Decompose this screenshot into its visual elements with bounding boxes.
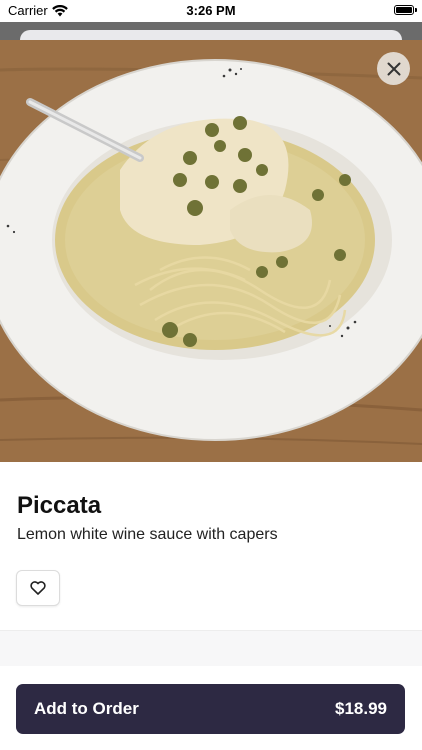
add-to-order-label: Add to Order xyxy=(34,699,139,718)
close-icon xyxy=(387,62,400,75)
favorite-button[interactable] xyxy=(16,570,60,606)
item-detail-screen: Carrier 3:26 PM Piccata Lemon white wine… xyxy=(0,0,422,750)
add-to-order-button[interactable]: Add to Order $18.99 xyxy=(16,684,405,734)
close-button[interactable] xyxy=(377,52,410,85)
footer-bar: Add to Order $18.99 xyxy=(0,666,422,750)
battery-icon xyxy=(394,5,414,15)
item-title: Piccata xyxy=(17,492,102,519)
clock-time: 3:26 PM xyxy=(186,3,236,18)
heart-icon xyxy=(30,581,46,595)
item-price: $18.99 xyxy=(335,699,387,718)
piccata-plate-illustration xyxy=(0,40,422,462)
item-description: Lemon white wine sauce with capers xyxy=(17,526,278,543)
section-divider xyxy=(0,630,422,668)
battery-cap xyxy=(415,8,417,12)
food-photo xyxy=(0,40,422,462)
status-bar: Carrier 3:26 PM xyxy=(0,0,422,22)
